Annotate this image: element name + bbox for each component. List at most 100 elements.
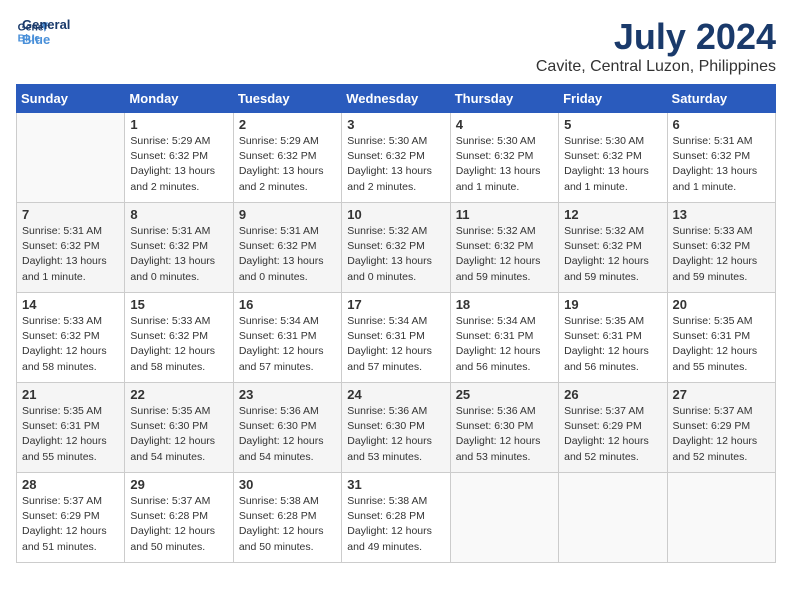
day-info: Sunrise: 5:38 AMSunset: 6:28 PMDaylight:… [347,494,444,555]
day-number: 25 [456,387,553,402]
calendar-cell [17,113,125,203]
day-info: Sunrise: 5:37 AMSunset: 6:29 PMDaylight:… [673,404,770,465]
day-info: Sunrise: 5:31 AMSunset: 6:32 PMDaylight:… [673,134,770,195]
calendar-cell: 19 Sunrise: 5:35 AMSunset: 6:31 PMDayligh… [559,293,667,383]
day-info: Sunrise: 5:30 AMSunset: 6:32 PMDaylight:… [564,134,661,195]
calendar-cell: 6 Sunrise: 5:31 AMSunset: 6:32 PMDaylight… [667,113,775,203]
day-info: Sunrise: 5:36 AMSunset: 6:30 PMDaylight:… [347,404,444,465]
calendar-cell: 28 Sunrise: 5:37 AMSunset: 6:29 PMDayligh… [17,473,125,563]
day-info: Sunrise: 5:34 AMSunset: 6:31 PMDaylight:… [456,314,553,375]
header-cell-friday: Friday [559,85,667,113]
day-number: 21 [22,387,119,402]
day-info: Sunrise: 5:35 AMSunset: 6:31 PMDaylight:… [22,404,119,465]
calendar-cell: 24 Sunrise: 5:36 AMSunset: 6:30 PMDayligh… [342,383,450,473]
day-number: 23 [239,387,336,402]
week-row-2: 7Sunrise: 5:31 AMSunset: 6:32 PMDaylight… [17,203,776,293]
week-row-4: 21 Sunrise: 5:35 AMSunset: 6:31 PMDayligh… [17,383,776,473]
day-number: 11 [456,207,553,222]
day-number: 19 [564,297,661,312]
day-info: Sunrise: 5:37 AMSunset: 6:29 PMDaylight:… [22,494,119,555]
day-info: Sunrise: 5:32 AMSunset: 6:32 PMDaylight:… [564,224,661,285]
day-number: 20 [673,297,770,312]
calendar-cell: 18 Sunrise: 5:34 AMSunset: 6:31 PMDayligh… [450,293,558,383]
day-number: 29 [130,477,227,492]
calendar-cell [559,473,667,563]
day-info: Sunrise: 5:31 AMSunset: 6:32 PMDaylight:… [239,224,336,285]
calendar-cell: 26Sunrise: 5:37 AMSunset: 6:29 PMDayligh… [559,383,667,473]
day-info: Sunrise: 5:35 AMSunset: 6:31 PMDaylight:… [564,314,661,375]
day-info: Sunrise: 5:35 AMSunset: 6:30 PMDaylight:… [130,404,227,465]
calendar-cell: 15 Sunrise: 5:33 AMSunset: 6:32 PMDayligh… [125,293,233,383]
calendar-cell: 12 Sunrise: 5:32 AMSunset: 6:32 PMDayligh… [559,203,667,293]
calendar-cell: 25 Sunrise: 5:36 AMSunset: 6:30 PMDayligh… [450,383,558,473]
calendar-cell: 22Sunrise: 5:35 AMSunset: 6:30 PMDayligh… [125,383,233,473]
header-cell-thursday: Thursday [450,85,558,113]
header: General Blue General Blue July 2024 Cavi… [16,16,776,76]
day-number: 14 [22,297,119,312]
day-number: 10 [347,207,444,222]
day-number: 12 [564,207,661,222]
calendar-cell: 9 Sunrise: 5:31 AMSunset: 6:32 PMDaylight… [233,203,341,293]
day-info: Sunrise: 5:34 AMSunset: 6:31 PMDaylight:… [347,314,444,375]
calendar-cell: 21 Sunrise: 5:35 AMSunset: 6:31 PMDayligh… [17,383,125,473]
day-number: 16 [239,297,336,312]
calendar-cell: 10 Sunrise: 5:32 AMSunset: 6:32 PMDayligh… [342,203,450,293]
day-info: Sunrise: 5:36 AMSunset: 6:30 PMDaylight:… [239,404,336,465]
day-number: 24 [347,387,444,402]
calendar-cell: 5 Sunrise: 5:30 AMSunset: 6:32 PMDaylight… [559,113,667,203]
day-info: Sunrise: 5:33 AMSunset: 6:32 PMDaylight:… [673,224,770,285]
calendar-cell [667,473,775,563]
calendar-title: July 2024 [536,16,776,58]
week-row-1: 1Sunrise: 5:29 AMSunset: 6:32 PMDaylight… [17,113,776,203]
day-info: Sunrise: 5:37 AMSunset: 6:28 PMDaylight:… [130,494,227,555]
calendar-body: 1Sunrise: 5:29 AMSunset: 6:32 PMDaylight… [17,113,776,563]
day-number: 15 [130,297,227,312]
day-info: Sunrise: 5:32 AMSunset: 6:32 PMDaylight:… [347,224,444,285]
week-row-5: 28 Sunrise: 5:37 AMSunset: 6:29 PMDayligh… [17,473,776,563]
day-number: 28 [22,477,119,492]
day-number: 6 [673,117,770,132]
day-number: 9 [239,207,336,222]
calendar-cell: 2Sunrise: 5:29 AMSunset: 6:32 PMDaylight… [233,113,341,203]
day-number: 5 [564,117,661,132]
day-info: Sunrise: 5:38 AMSunset: 6:28 PMDaylight:… [239,494,336,555]
calendar-cell: 16 Sunrise: 5:34 AMSunset: 6:31 PMDayligh… [233,293,341,383]
calendar-cell: 30 Sunrise: 5:38 AMSunset: 6:28 PMDayligh… [233,473,341,563]
day-info: Sunrise: 5:32 AMSunset: 6:32 PMDaylight:… [456,224,553,285]
day-number: 17 [347,297,444,312]
header-row: SundayMondayTuesdayWednesdayThursdayFrid… [17,85,776,113]
day-info: Sunrise: 5:33 AMSunset: 6:32 PMDaylight:… [130,314,227,375]
calendar-cell: 7Sunrise: 5:31 AMSunset: 6:32 PMDaylight… [17,203,125,293]
day-number: 30 [239,477,336,492]
header-cell-monday: Monday [125,85,233,113]
day-number: 31 [347,477,444,492]
logo: General Blue General Blue [16,16,70,48]
calendar-cell [450,473,558,563]
day-info: Sunrise: 5:35 AMSunset: 6:31 PMDaylight:… [673,314,770,375]
day-number: 27 [673,387,770,402]
day-number: 18 [456,297,553,312]
header-cell-wednesday: Wednesday [342,85,450,113]
calendar-cell: 8 Sunrise: 5:31 AMSunset: 6:32 PMDaylight… [125,203,233,293]
day-info: Sunrise: 5:31 AMSunset: 6:32 PMDaylight:… [22,224,119,285]
calendar-table: SundayMondayTuesdayWednesdayThursdayFrid… [16,84,776,563]
header-cell-saturday: Saturday [667,85,775,113]
calendar-cell: 1Sunrise: 5:29 AMSunset: 6:32 PMDaylight… [125,113,233,203]
day-info: Sunrise: 5:30 AMSunset: 6:32 PMDaylight:… [456,134,553,195]
calendar-header: SundayMondayTuesdayWednesdayThursdayFrid… [17,85,776,113]
day-number: 8 [130,207,227,222]
calendar-cell: 31 Sunrise: 5:38 AMSunset: 6:28 PMDayligh… [342,473,450,563]
day-info: Sunrise: 5:34 AMSunset: 6:31 PMDaylight:… [239,314,336,375]
header-cell-tuesday: Tuesday [233,85,341,113]
calendar-cell: 29 Sunrise: 5:37 AMSunset: 6:28 PMDayligh… [125,473,233,563]
day-info: Sunrise: 5:31 AMSunset: 6:32 PMDaylight:… [130,224,227,285]
day-number: 2 [239,117,336,132]
day-number: 4 [456,117,553,132]
header-cell-sunday: Sunday [17,85,125,113]
calendar-cell: 3Sunrise: 5:30 AMSunset: 6:32 PMDaylight… [342,113,450,203]
logo-general: General [22,17,70,32]
calendar-cell: 4 Sunrise: 5:30 AMSunset: 6:32 PMDaylight… [450,113,558,203]
day-info: Sunrise: 5:36 AMSunset: 6:30 PMDaylight:… [456,404,553,465]
day-number: 13 [673,207,770,222]
calendar-cell: 27 Sunrise: 5:37 AMSunset: 6:29 PMDayligh… [667,383,775,473]
